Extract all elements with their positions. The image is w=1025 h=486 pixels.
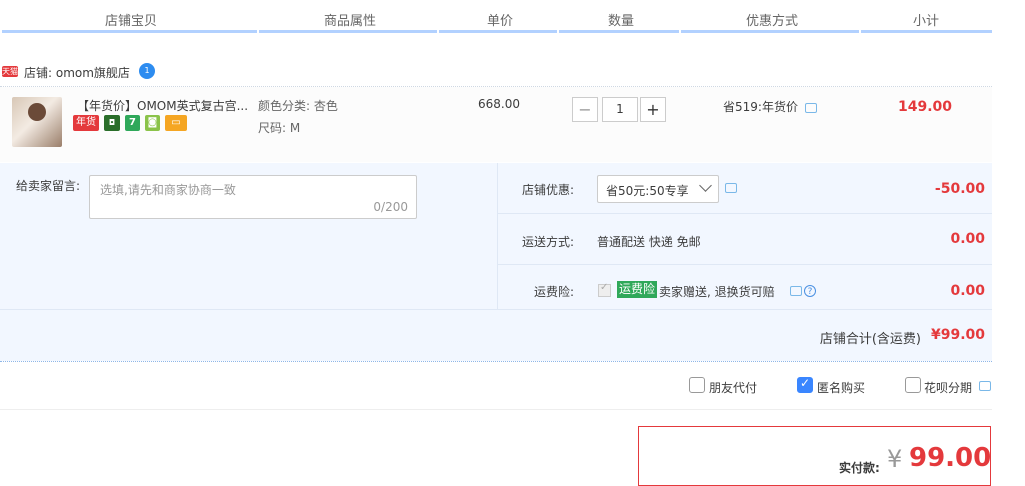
huabei-checkbox[interactable] — [905, 377, 921, 393]
anonymous-checkbox[interactable] — [797, 376, 813, 393]
seller-message-input[interactable]: 选填,请先和商家协商一致 0/200 — [89, 175, 417, 219]
header-underline — [681, 30, 859, 33]
guarantee-icon: ◙ — [145, 115, 160, 131]
col-header-subtotal: 小计 — [913, 14, 940, 29]
shop-total-value: ¥99.00 — [930, 327, 985, 343]
payment-total-box: 实付款: ¥ 99.00 — [638, 426, 991, 486]
col-header-price: 单价 — [487, 14, 514, 29]
shop-discount-select[interactable]: 省50元:50专享 — [597, 175, 719, 203]
huabei-label[interactable]: 花呗分期 — [924, 379, 972, 397]
chat-icon[interactable]: 1 — [139, 63, 155, 79]
product-title-link[interactable]: 【年货价】OMOM英式复古宫... — [77, 97, 248, 114]
header-underline — [2, 30, 257, 33]
message-placeholder: 选填,请先和商家协商一致 — [100, 183, 236, 197]
divider — [0, 309, 992, 310]
discount-comment-icon[interactable] — [725, 183, 737, 193]
insurance-badge: 运费险 — [617, 281, 658, 298]
message-char-counter: 0/200 — [373, 200, 408, 214]
shipping-label: 运送方式: — [522, 235, 575, 249]
cart-header: 店铺宝贝 商品属性 单价 数量 优惠方式 小计 — [0, 0, 1025, 34]
divider — [497, 213, 992, 214]
shop-discount-selected: 省50元:50专享 — [606, 184, 689, 198]
shop-name-link[interactable]: 店铺: omom旗舰店 — [24, 64, 130, 81]
tmall-badge: 天猫 — [2, 66, 18, 77]
friend-pay-label[interactable]: 朋友代付 — [709, 379, 757, 397]
chevron-down-icon — [699, 179, 712, 192]
divider — [0, 409, 992, 410]
insurance-label: 运费险: — [534, 285, 575, 299]
message-label: 给卖家留言: — [16, 179, 81, 193]
header-underline — [559, 30, 679, 33]
total-label: 实付款: — [839, 461, 880, 475]
service-icon: ◘ — [104, 115, 120, 131]
huabei-comment-icon[interactable] — [979, 381, 991, 391]
unit-price: 668.00 — [478, 97, 520, 111]
divider — [0, 361, 992, 362]
total-amount: 99.00 — [909, 443, 992, 473]
insurance-comment-icon[interactable] — [790, 286, 802, 296]
shop-discount-value: -50.00 — [934, 181, 985, 197]
shop-discount-label: 店铺优惠: — [522, 183, 575, 197]
card-icon: ▭ — [165, 115, 187, 131]
insurance-checkbox — [598, 282, 611, 297]
product-color-attr: 颜色分类: 杏色 — [258, 99, 338, 113]
qty-increase-button[interactable]: + — [640, 97, 666, 122]
cart-item-row: 【年货价】OMOM英式复古宫... 年货 ◘ 7 ◙ ▭ 颜色分类: 杏色 尺码… — [0, 87, 992, 162]
promo-text: 省519:年货价 — [723, 100, 798, 114]
promo-comment-icon[interactable] — [805, 103, 817, 113]
insurance-desc: 卖家赠送, 退换货可赔 — [659, 285, 775, 299]
help-icon[interactable]: ? — [804, 285, 816, 297]
product-size-attr: 尺码: M — [258, 121, 301, 135]
qty-input[interactable]: 1 — [602, 97, 638, 122]
col-header-item: 店铺宝贝 — [105, 14, 158, 29]
header-underline — [259, 30, 437, 33]
shop-total-label: 店铺合计(含运费) — [819, 332, 921, 347]
shipping-value: 0.00 — [950, 231, 985, 247]
shipping-method: 普通配送 快递 免邮 — [597, 235, 701, 249]
product-thumbnail[interactable] — [12, 97, 62, 147]
seven-day-return-icon: 7 — [125, 115, 140, 131]
item-subtotal: 149.00 — [897, 99, 952, 115]
col-header-promo: 优惠方式 — [746, 14, 799, 29]
divider — [497, 264, 992, 265]
header-underline — [861, 30, 992, 33]
col-header-attr: 商品属性 — [324, 14, 377, 29]
newyear-tag: 年货 — [73, 115, 99, 131]
qty-decrease-button[interactable]: − — [572, 97, 598, 122]
anonymous-label[interactable]: 匿名购买 — [817, 379, 865, 397]
friend-pay-checkbox[interactable] — [689, 377, 705, 393]
total-currency: ¥ — [887, 445, 903, 473]
col-header-qty: 数量 — [608, 14, 635, 29]
insurance-value: 0.00 — [950, 283, 985, 299]
header-underline — [439, 30, 557, 33]
